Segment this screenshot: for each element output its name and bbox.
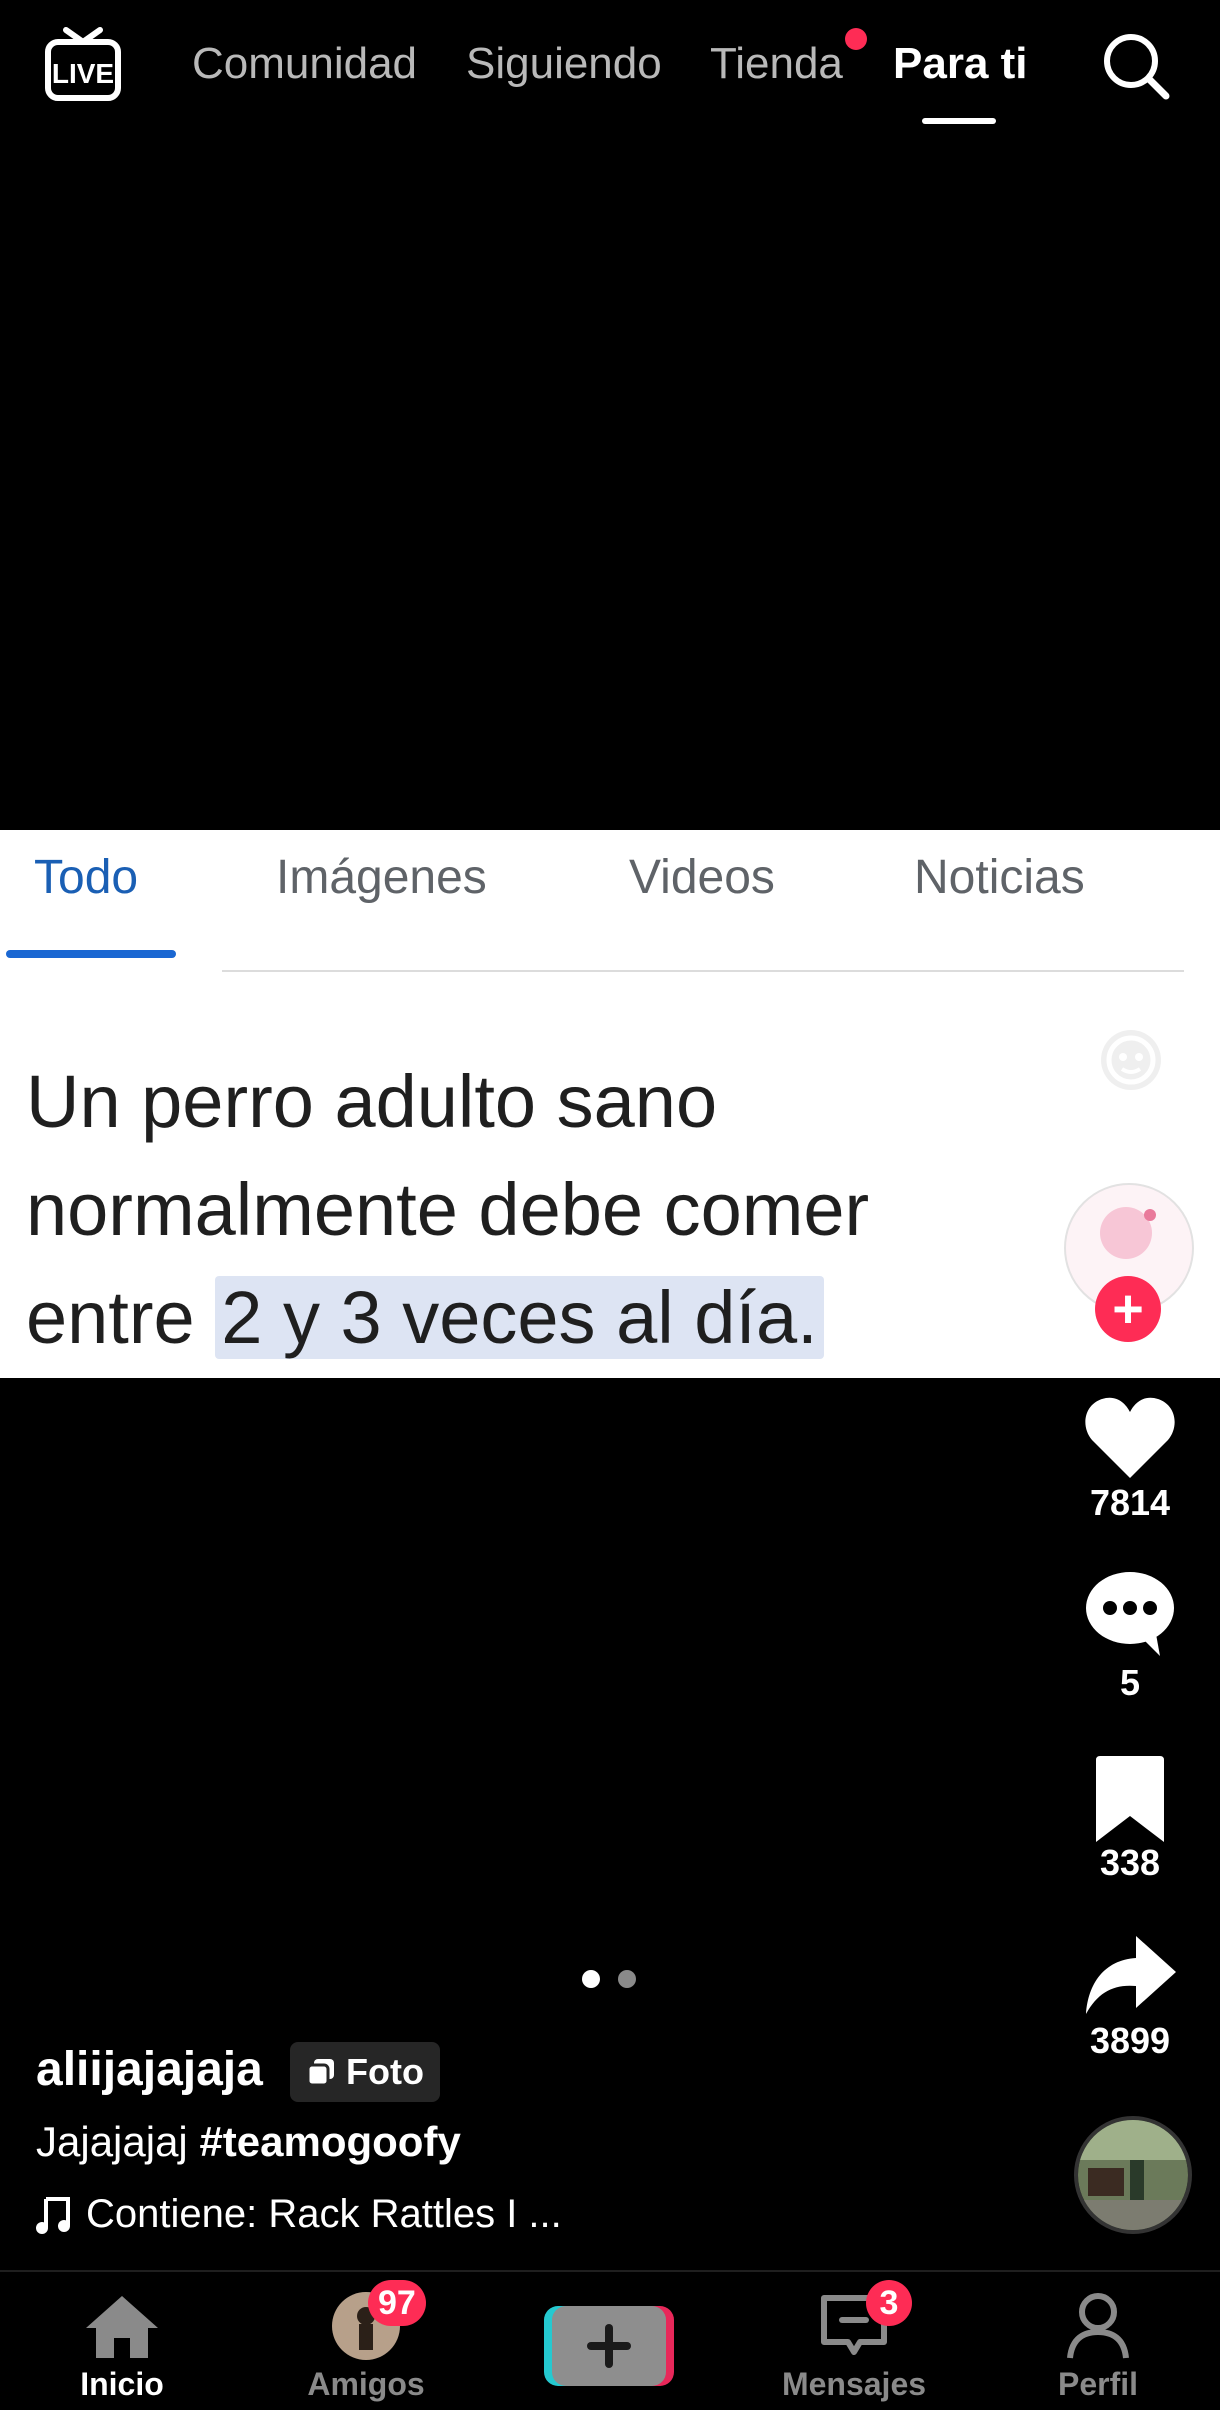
music-text: Contiene: Rack Rattles I ...: [86, 2192, 562, 2236]
like-icon[interactable]: [1080, 1388, 1180, 1488]
nav-amigos-label: Amigos: [307, 2366, 425, 2402]
create-button[interactable]: [544, 2306, 674, 2386]
profile-icon: [1067, 2293, 1129, 2359]
sound-disc-thumbnail[interactable]: [1074, 2116, 1192, 2234]
caption-text: Jajajajaj: [36, 2118, 188, 2165]
share-icon[interactable]: [1080, 1928, 1180, 2028]
search-icon[interactable]: [1100, 30, 1172, 102]
slide-dot[interactable]: [618, 1970, 636, 1988]
post-caption[interactable]: Jajajajaj #teamogoofy: [36, 2118, 461, 2166]
comment-icon[interactable]: [1080, 1562, 1180, 1662]
nav-perfil-label: Perfil: [1057, 2366, 1139, 2402]
live-label: LIVE: [52, 58, 114, 89]
answer-text: Un perro adulto sano normalmente debe co…: [26, 1048, 1046, 1372]
photo-mode-icon: [306, 2059, 334, 2087]
music-note-icon: [36, 2196, 70, 2234]
like-count: 7814: [1089, 1482, 1171, 1523]
hashtag-link[interactable]: #teamogoofy: [199, 2118, 460, 2165]
tab-comunidad[interactable]: Comunidad: [192, 36, 417, 92]
comment-count: 5: [1119, 1662, 1141, 1703]
search-tab-videos: Videos: [629, 851, 775, 904]
answer-highlight: 2 y 3 veces al día.: [215, 1276, 824, 1359]
mensajes-badge: 3: [866, 2280, 912, 2326]
share-count: 3899: [1089, 2020, 1171, 2061]
tab-siguiendo[interactable]: Siguiendo: [466, 36, 662, 92]
active-tab-indicator: [922, 118, 996, 124]
photo-badge: Foto: [290, 2042, 440, 2102]
tab-tienda[interactable]: Tienda: [710, 36, 843, 92]
search-divider: [222, 970, 1184, 972]
nav-mensajes-label: Mensajes: [781, 2366, 927, 2402]
search-tab-underline: [6, 950, 176, 958]
tab-para-ti[interactable]: Para ti: [893, 36, 1028, 92]
feedback-icon: [1096, 1025, 1166, 1095]
follow-button[interactable]: +: [1095, 1276, 1161, 1342]
music-info[interactable]: Contiene: Rack Rattles I ...: [36, 2192, 562, 2237]
amigos-badge: 97: [368, 2280, 426, 2326]
home-icon: [86, 2296, 158, 2358]
creator-username[interactable]: aliijajajaja: [36, 2042, 263, 2097]
bookmark-count: 338: [1099, 1842, 1161, 1883]
tienda-notification-dot: [845, 28, 867, 50]
search-tab-todo: Todo: [34, 851, 139, 904]
bookmark-icon[interactable]: [1080, 1750, 1180, 1850]
live-icon[interactable]: LIVE: [44, 26, 122, 102]
photo-badge-label: Foto: [346, 2051, 424, 2092]
search-tab-imagenes: Imágenes: [276, 851, 487, 904]
nav-inicio-label: Inicio: [80, 2366, 164, 2402]
slide-dot-active[interactable]: [582, 1970, 600, 1988]
search-tab-noticias: Noticias: [914, 851, 1085, 904]
